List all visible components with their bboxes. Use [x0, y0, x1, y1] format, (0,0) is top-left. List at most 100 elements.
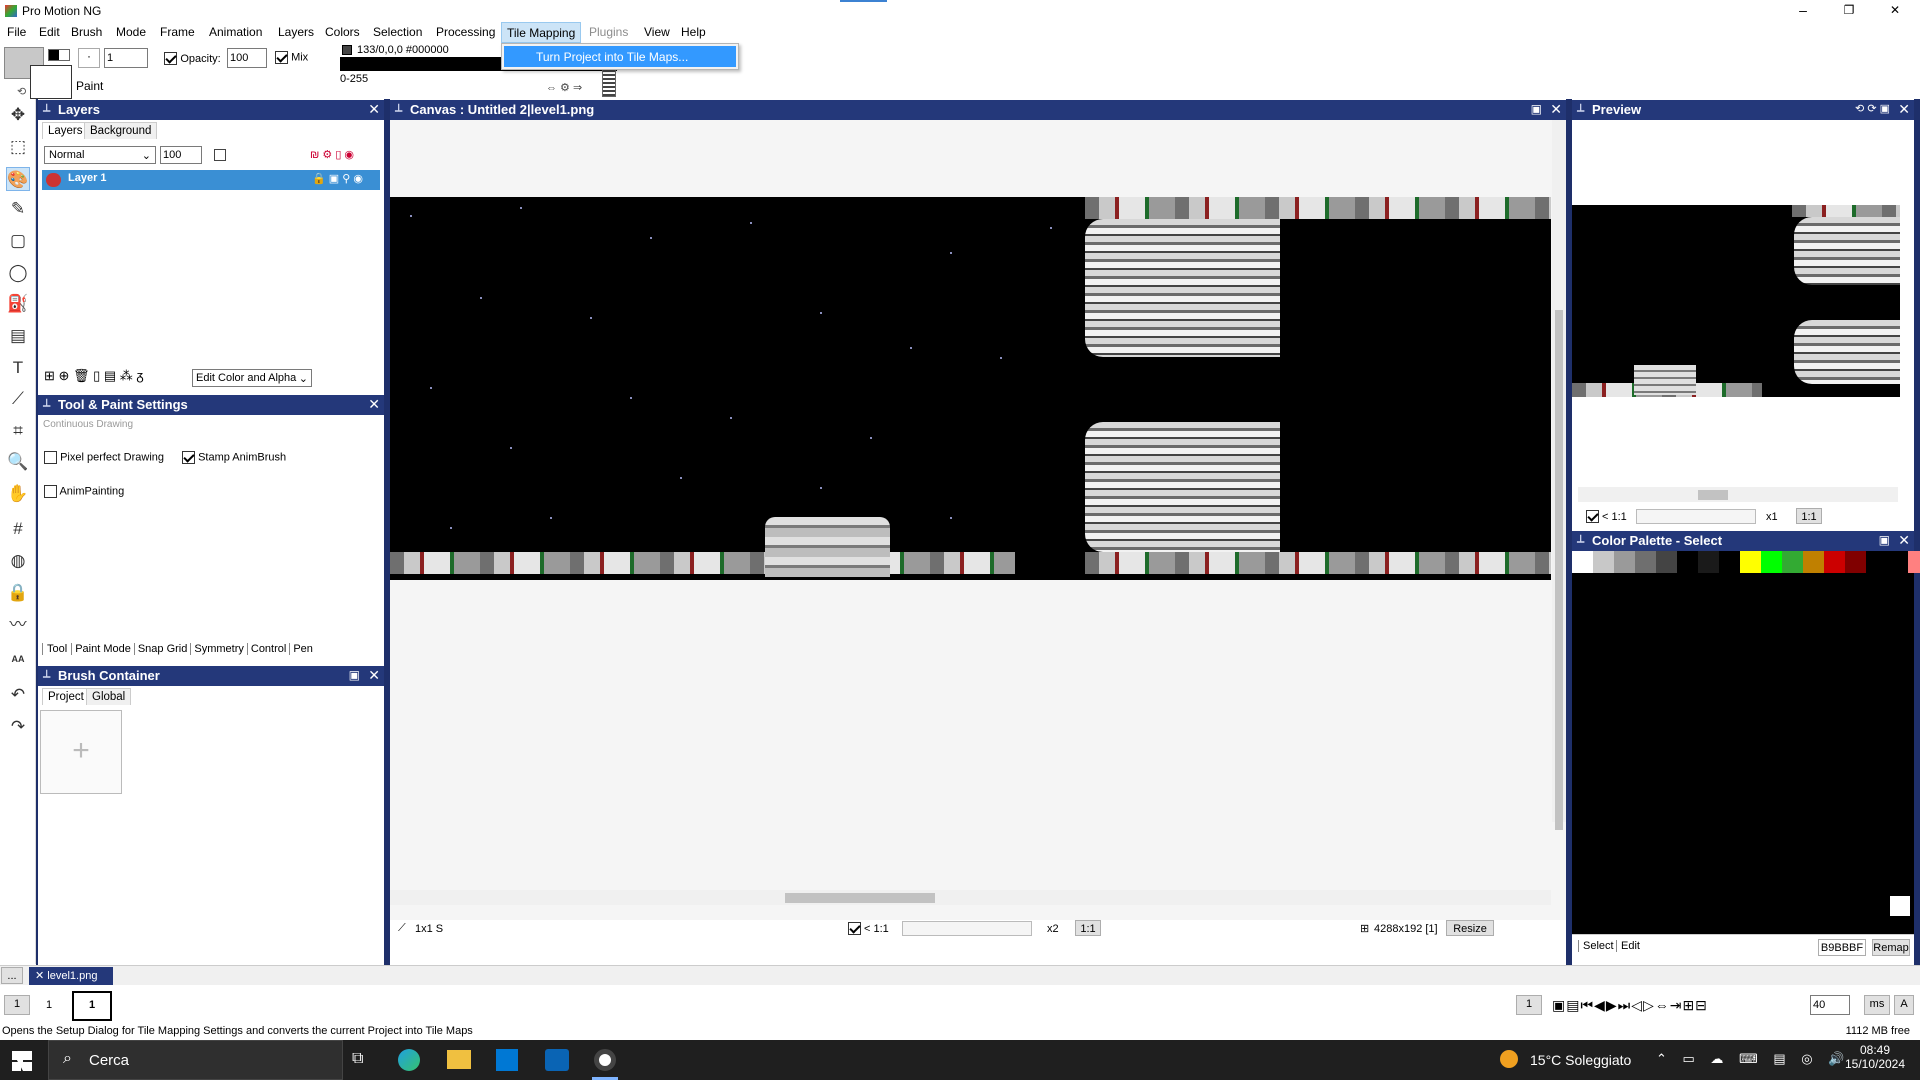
taskbar-search[interactable]: ⌕ Cerca — [48, 1040, 343, 1080]
palette-swatch[interactable] — [1614, 551, 1636, 573]
palette-swatch[interactable] — [1656, 551, 1678, 573]
close-preview-icon[interactable]: ✕ — [1898, 101, 1910, 118]
file-tab-level1[interactable]: ✕ level1.png — [29, 967, 113, 985]
preview-1to1-button[interactable]: 1:1 — [1796, 508, 1822, 524]
palette-swatch[interactable] — [1593, 551, 1615, 573]
pin-icon[interactable]: ⟂ — [395, 102, 402, 115]
tab-pen[interactable]: Pen — [289, 643, 316, 655]
canvas-zoom-slider[interactable] — [902, 921, 1032, 936]
minimize-button[interactable]: – — [1780, 0, 1826, 22]
frame-thumbnail[interactable]: 1 — [72, 991, 112, 1021]
add-brush-button[interactable]: + — [40, 710, 122, 794]
brush-folder-icon[interactable]: ▣ — [349, 668, 360, 682]
menu-layers[interactable]: Layers — [278, 25, 314, 39]
globe-tool-icon[interactable]: ◍ — [6, 549, 30, 573]
redo-icon[interactable]: ↷ — [6, 715, 30, 739]
close-brush-container-icon[interactable]: ✕ — [368, 667, 380, 684]
canvas-vscroll[interactable] — [1552, 120, 1566, 830]
selection-rect-tool-icon[interactable]: ⬚ — [6, 135, 30, 159]
tray-icons[interactable]: ⌃ ▭ ☁ ⌨ ▤ ◎ 🔊 — [1656, 1051, 1850, 1067]
palette-swatch[interactable] — [1866, 551, 1888, 573]
hand-tool-icon[interactable]: ✋ — [6, 482, 30, 506]
grid-tool-icon[interactable]: # — [6, 517, 30, 541]
pro-motion-taskbar-icon[interactable] — [594, 1049, 616, 1071]
edge-icon[interactable] — [398, 1049, 420, 1071]
preview-zoom-slider[interactable] — [1636, 509, 1756, 524]
vscroll-thumb[interactable] — [1555, 310, 1563, 830]
palette-swatch[interactable] — [1761, 551, 1783, 573]
palette-swatch[interactable] — [1782, 551, 1804, 573]
loop-mode-button[interactable]: A — [1894, 995, 1914, 1015]
menu-edit[interactable]: Edit — [39, 25, 60, 39]
close-palette-icon[interactable]: ✕ — [1898, 532, 1910, 549]
palette-swatch[interactable] — [1824, 551, 1846, 573]
palette-swatch[interactable] — [1635, 551, 1657, 573]
resize-button[interactable]: Resize — [1446, 920, 1494, 936]
menu-frame[interactable]: Frame — [160, 25, 195, 39]
tab-tool[interactable]: Tool — [42, 643, 72, 655]
stamp-animbrush-checkbox[interactable] — [182, 451, 195, 464]
pixel-perfect-checkbox[interactable] — [44, 451, 57, 464]
pin-icon[interactable]: ⟂ — [43, 102, 50, 115]
close-file-icon[interactable]: ✕ — [35, 970, 44, 982]
menu-selection[interactable]: Selection — [373, 25, 422, 39]
menu-file[interactable]: File — [7, 25, 26, 39]
frame-end-button[interactable]: 1 — [1516, 995, 1542, 1015]
pencil-tool-icon[interactable]: ✎ — [6, 197, 30, 221]
lock-tool-icon[interactable]: 🔒 — [6, 581, 30, 605]
rectangle-tool-icon[interactable]: ▢ — [6, 229, 30, 253]
playback-controls-icon[interactable]: ▣▤⏮◀▶⏭◁▷⇔⇥⊞⊟ — [1552, 997, 1708, 1014]
opacity-input[interactable]: 100 — [227, 48, 267, 68]
circle-tool-icon[interactable]: ◯ — [6, 261, 30, 285]
tab-edit[interactable]: Edit — [1616, 940, 1640, 952]
store-icon[interactable] — [496, 1049, 518, 1071]
opacity-checkbox-group[interactable]: Opacity: — [164, 51, 221, 66]
palette-swatch[interactable] — [1677, 551, 1699, 573]
move-tool-icon[interactable]: ✥ — [6, 103, 30, 127]
close-canvas-icon[interactable]: ✕ — [1550, 101, 1562, 118]
stamp-animbrush-option[interactable]: Stamp AnimBrush — [182, 451, 286, 464]
close-tool-settings-icon[interactable]: ✕ — [368, 396, 380, 413]
undo-icon[interactable]: ↶ — [6, 683, 30, 707]
frame-speed-input[interactable]: 40 — [1810, 995, 1850, 1015]
blend-mode-select[interactable]: Normal ⌄ — [44, 146, 156, 164]
swap-colors-icon[interactable] — [48, 49, 70, 61]
anti-alias-tool-icon[interactable]: AA — [6, 647, 30, 671]
pin-icon[interactable]: ⟂ — [43, 397, 50, 410]
frame-start-button[interactable]: 1 — [4, 995, 30, 1015]
fill-tool-icon[interactable]: ⛽ — [6, 292, 30, 316]
layer-tools-icon[interactable]: ₪ ⚙ ▯ ◉ — [310, 148, 354, 161]
tab-symmetry[interactable]: Symmetry — [190, 643, 247, 655]
animpainting-option[interactable]: AnimPainting — [44, 485, 124, 498]
crop-tool-icon[interactable]: ⌗ — [6, 419, 30, 443]
menu-brush[interactable]: Brush — [71, 25, 102, 39]
menu-animation[interactable]: Animation — [209, 25, 262, 39]
pin-icon[interactable]: ⟂ — [1577, 102, 1584, 115]
preview-controls-icon[interactable]: ⟲ ⟳ ▣ — [1855, 102, 1890, 115]
menu-plugins[interactable]: Plugins — [589, 25, 628, 39]
tab-layers[interactable]: Layers — [42, 122, 89, 139]
menu-processing[interactable]: Processing — [436, 25, 495, 39]
windows-start-icon[interactable] — [12, 1051, 32, 1071]
tab-snap-grid[interactable]: Snap Grid — [133, 643, 191, 655]
turn-project-into-tile-maps-item[interactable]: Turn Project into Tile Maps... — [504, 46, 736, 67]
palette-swatch[interactable] — [1698, 551, 1720, 573]
maximize-button[interactable]: ❐ — [1826, 0, 1872, 22]
speed-unit-button[interactable]: ms — [1864, 995, 1890, 1015]
palette-swatches[interactable] — [1572, 551, 1920, 573]
menu-tile-mapping[interactable]: Tile Mapping — [501, 22, 582, 43]
palette-swatch[interactable] — [1740, 551, 1762, 573]
visibility-eye-icon[interactable] — [46, 173, 61, 187]
reset-colors-icon[interactable]: ⟲ — [17, 85, 26, 98]
tab-paint-mode[interactable]: Paint Mode — [71, 643, 134, 655]
clock[interactable]: 08:49 15/10/2024 — [1845, 1043, 1905, 1071]
level-image[interactable] — [390, 197, 1551, 580]
canvas-area[interactable]: ⟋ 1x1 S < 1:1 x2 1:1 ⊞ 4288x192 [1] Resi… — [390, 120, 1566, 938]
palette-swatch[interactable] — [1887, 551, 1909, 573]
pin-icon[interactable]: ⟂ — [43, 668, 50, 681]
gradient-controls-icon[interactable]: ⇔ ⚙ ⇒ — [546, 81, 582, 94]
opacity-checkbox[interactable] — [164, 52, 177, 66]
palette-swatch[interactable] — [1719, 551, 1741, 573]
palette-swatch[interactable] — [1845, 551, 1867, 573]
paint-tool-icon[interactable]: 🎨 — [6, 167, 30, 191]
